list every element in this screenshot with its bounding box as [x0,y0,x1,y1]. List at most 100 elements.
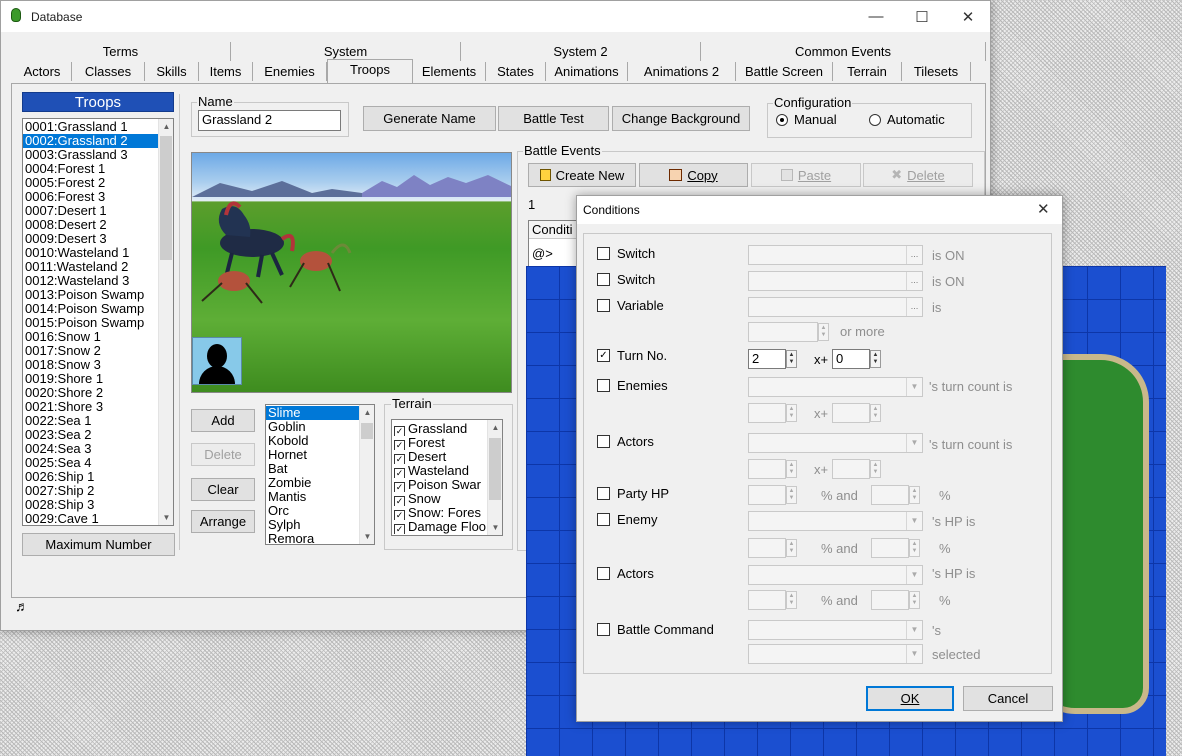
terrain-item[interactable]: ✓ Snow [392,492,502,506]
troop-item[interactable]: 0003:Grassland 3 [23,148,173,162]
tab-common-events[interactable]: Common Events [701,42,986,61]
switch2-select[interactable]: … [748,271,923,291]
terrain-item[interactable]: ✓ Forest [392,436,502,450]
enemies-checkbox[interactable]: Enemies [597,377,668,393]
troop-item[interactable]: 0017:Snow 2 [23,344,173,358]
actors2-hp-max[interactable] [871,590,909,610]
name-input[interactable]: Grassland 2 [198,110,341,131]
troop-item[interactable]: 0029:Cave 1 [23,512,173,525]
event-page-tab[interactable]: 1 [528,197,535,212]
actors1-turn-b-spinner[interactable]: ▲ ▼ [870,460,881,478]
terrain-scrollbar[interactable]: ▲ ▼ [487,420,502,535]
switch1-checkbox[interactable]: Switch [597,245,655,261]
enemy-item[interactable]: Mantis [266,490,374,504]
battle-test-button[interactable]: Battle Test [498,106,609,131]
actors1-turn-a[interactable] [748,459,786,479]
arrange-button[interactable]: Arrange [191,510,255,533]
delete-enemy-button[interactable]: Delete [191,443,255,466]
troop-item[interactable]: 0005:Forest 2 [23,176,173,190]
party-hp-max-spinner[interactable]: ▲ ▼ [909,486,920,504]
enemy-item[interactable]: Zombie [266,476,374,490]
enemies-turn-b-spinner[interactable]: ▲ ▼ [870,404,881,422]
variable-spinner[interactable]: ▲ ▼ [818,323,829,341]
cancel-button[interactable]: Cancel [963,686,1053,711]
turn-a-spinner[interactable]: ▲ ▼ [786,350,797,368]
troops-list[interactable]: 0001:Grassland 1 0002:Grassland 2 0003:Gra… [22,118,174,526]
troop-item[interactable]: 0014:Poison Swamp [23,302,173,316]
terrain-item[interactable]: ✓ Grassland [392,422,502,436]
terrain-scroll-thumb[interactable] [489,438,501,500]
tab-terrain[interactable]: Terrain [833,62,902,81]
dialog-close-icon[interactable]: ✕ [1037,200,1050,218]
enemy-hp-min-spinner[interactable]: ▲ ▼ [786,539,797,557]
turn-b-spinner[interactable]: ▲ ▼ [870,350,881,368]
enemy-checkbox[interactable]: Enemy [597,511,657,527]
tab-animations[interactable]: Animations [546,62,628,81]
troop-item[interactable]: 0027:Ship 2 [23,484,173,498]
checkbox-checked-icon[interactable]: ✓ [394,496,405,506]
tab-classes[interactable]: Classes [72,62,145,81]
actors2-hp-min-spinner[interactable]: ▲ ▼ [786,591,797,609]
troop-item[interactable]: 0004:Forest 1 [23,162,173,176]
enemy-item[interactable]: Slime [266,406,374,420]
enemies-turn-b[interactable] [832,403,870,423]
battle-command-checkbox[interactable]: Battle Command [597,621,714,637]
tab-states[interactable]: States [486,62,546,81]
party-hp-checkbox[interactable]: Party HP [597,485,669,501]
troop-item[interactable]: 0013:Poison Swamp [23,288,173,302]
party-hp-min[interactable] [748,485,786,505]
troop-item[interactable]: 0026:Ship 1 [23,470,173,484]
troop-item[interactable]: 0025:Sea 4 [23,456,173,470]
checkbox-checked-icon[interactable]: ✓ [394,440,405,450]
enemies-list[interactable]: Slime Goblin Kobold Hornet Bat Zombie Mantis Or… [265,404,375,545]
checkbox-checked-icon[interactable]: ✓ [394,468,405,478]
battle-preview[interactable] [191,152,512,393]
enemy-hp-max[interactable] [871,538,909,558]
checkbox-checked-icon[interactable]: ✓ [394,482,405,492]
troops-scrollbar[interactable]: ▲ ▼ [158,119,173,525]
tab-enemies[interactable]: Enemies [253,62,327,81]
ok-button[interactable]: OK [866,686,954,711]
troop-item[interactable]: 0010:Wasteland 1 [23,246,173,260]
troop-item[interactable]: 0022:Sea 1 [23,414,173,428]
radio-automatic[interactable]: Automatic [869,112,945,127]
clear-button[interactable]: Clear [191,478,255,501]
tab-troops[interactable]: Troops [327,59,413,83]
troop-item[interactable]: 0002:Grassland 2 [23,134,173,148]
battle-command-actor-select[interactable]: ▼ [748,620,923,640]
terrain-item[interactable]: ✓ Damage Floo [392,520,502,534]
scroll-up-icon[interactable]: ▲ [488,420,502,435]
troop-item[interactable]: 0021:Shore 3 [23,400,173,414]
troop-item[interactable]: 0020:Shore 2 [23,386,173,400]
troop-item[interactable]: 0018:Snow 3 [23,358,173,372]
checkbox-checked-icon[interactable]: ✓ [394,524,405,534]
tab-battle-screen[interactable]: Battle Screen [736,62,833,81]
troop-item[interactable]: 0028:Ship 3 [23,498,173,512]
event-command-line[interactable]: @> [532,246,553,261]
variable-select[interactable]: … [748,297,923,317]
enemy-item[interactable]: Orc [266,504,374,518]
troops-scroll-thumb[interactable] [160,136,172,260]
troop-item[interactable]: 0024:Sea 3 [23,442,173,456]
music-icon[interactable]: ♬ [15,598,29,614]
copy-button[interactable]: Copy [639,163,748,187]
enemies-turn-a-spinner[interactable]: ▲ ▼ [786,404,797,422]
enemy-item[interactable]: Goblin [266,420,374,434]
troop-item[interactable]: 0001:Grassland 1 [23,120,173,134]
actors1-checkbox[interactable]: Actors [597,433,654,449]
party-hp-max[interactable] [871,485,909,505]
delete-event-button[interactable]: ✖ Delete [863,163,973,187]
scroll-down-icon[interactable]: ▼ [360,529,374,544]
enemy-item[interactable]: Kobold [266,434,374,448]
troop-item[interactable]: 0007:Desert 1 [23,204,173,218]
troop-item[interactable]: 0016:Snow 1 [23,330,173,344]
tab-tilesets[interactable]: Tilesets [902,62,971,81]
actors2-hp-min[interactable] [748,590,786,610]
tab-skills[interactable]: Skills [145,62,199,81]
paste-button[interactable]: Paste [751,163,861,187]
tab-items[interactable]: Items [199,62,253,81]
tab-elements[interactable]: Elements [413,62,486,81]
create-new-button[interactable]: Create New [528,163,636,187]
troop-item[interactable]: 0012:Wasteland 3 [23,274,173,288]
troop-item[interactable]: 0011:Wasteland 2 [23,260,173,274]
